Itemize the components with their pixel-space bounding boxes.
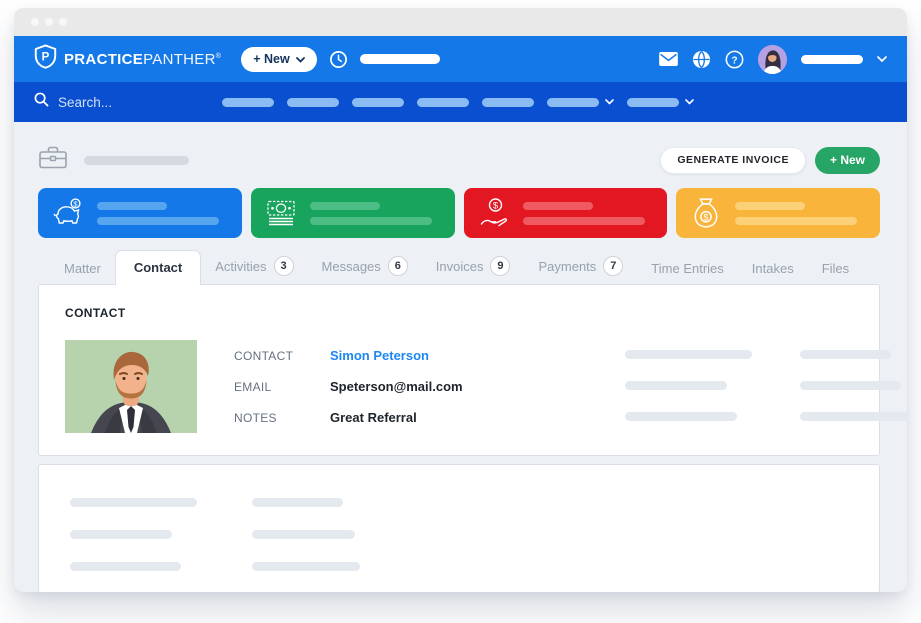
top-bar: P PRACTICEPANTHER® + New ? xyxy=(14,36,907,82)
tab-invoices[interactable]: Invoices 9 xyxy=(422,248,525,284)
stat-value-placeholder xyxy=(735,216,858,225)
nav-link-placeholder[interactable] xyxy=(287,97,339,107)
main-content: GENERATE INVOICE + New $ $ $ Matter Cont… xyxy=(14,122,907,592)
detail-placeholder-column xyxy=(252,498,360,592)
brand-logo[interactable]: P PRACTICEPANTHER® xyxy=(34,44,221,74)
matter-title-placeholder xyxy=(84,155,189,165)
brand-wordmark: PRACTICEPANTHER® xyxy=(64,50,222,68)
briefcase-icon xyxy=(38,144,68,176)
contact-panel: CONTACT CONTACT Simon Peterson EMAIL Spe… xyxy=(38,284,907,456)
account-chevron-down-icon[interactable] xyxy=(877,55,887,63)
tab-files[interactable]: Files xyxy=(808,253,863,284)
field-email: EMAIL Speterson@mail.com xyxy=(234,377,463,396)
hand-coin-icon: $ xyxy=(477,197,511,229)
search-placeholder-text: Search... xyxy=(58,94,113,110)
search-icon xyxy=(34,92,49,112)
tab-intakes[interactable]: Intakes xyxy=(738,253,808,284)
detail-placeholder-column xyxy=(70,498,197,592)
chevron-down-icon xyxy=(685,99,694,105)
window-control-dot[interactable] xyxy=(59,18,67,26)
page-header: GENERATE INVOICE + New xyxy=(38,142,880,178)
tab-badge: 9 xyxy=(490,256,511,276)
tab-time-entries[interactable]: Time Entries xyxy=(637,253,737,284)
stat-card-paid[interactable] xyxy=(250,188,455,238)
contact-notes-value: Great Referral xyxy=(330,410,417,425)
stat-label-placeholder xyxy=(309,201,380,210)
browser-chrome xyxy=(14,8,907,36)
username-placeholder xyxy=(801,54,863,64)
stat-label-placeholder xyxy=(735,201,806,210)
field-placeholder-column xyxy=(624,340,752,433)
field-contact: CONTACT Simon Peterson xyxy=(234,346,463,365)
stat-card-trust-balance[interactable]: $ xyxy=(38,188,242,238)
timer-placeholder xyxy=(359,54,440,64)
field-label: EMAIL xyxy=(234,379,272,394)
nav-links xyxy=(222,97,694,107)
tab-badge: 7 xyxy=(603,256,624,276)
stat-cards: $ $ $ xyxy=(38,188,880,238)
user-avatar[interactable] xyxy=(758,44,787,74)
tab-badge: 6 xyxy=(387,256,408,276)
search-input[interactable]: Search... xyxy=(34,92,184,112)
new-button-top[interactable]: + New xyxy=(241,46,317,72)
generate-invoice-button[interactable]: GENERATE INVOICE xyxy=(660,146,806,174)
new-button[interactable]: + New xyxy=(814,146,880,174)
nav-link-placeholder[interactable] xyxy=(417,97,469,107)
stat-card-collected[interactable]: $ xyxy=(676,188,880,238)
stat-card-outstanding[interactable]: $ xyxy=(463,188,668,238)
tab-messages[interactable]: Messages 6 xyxy=(308,248,422,284)
svg-text:$: $ xyxy=(492,201,498,212)
window-control-dot[interactable] xyxy=(45,18,53,26)
help-icon[interactable]: ? xyxy=(725,50,744,69)
globe-icon[interactable] xyxy=(692,50,711,69)
stat-label-placeholder xyxy=(97,201,167,210)
nav-link-placeholder[interactable] xyxy=(222,97,274,107)
tab-payments[interactable]: Payments 7 xyxy=(524,248,637,284)
tab-bar: Matter Contact Activities 3 Messages 6 Inv… xyxy=(38,248,880,285)
nav-link-placeholder[interactable] xyxy=(352,97,404,107)
messages-envelope-icon[interactable] xyxy=(659,52,678,66)
nav-bar: Search... xyxy=(14,82,907,122)
tab-activities[interactable]: Activities 3 xyxy=(201,248,307,284)
window-control-dot[interactable] xyxy=(31,18,39,26)
field-label: CONTACT xyxy=(234,348,294,363)
tab-badge: 3 xyxy=(273,256,294,276)
tab-contact[interactable]: Contact xyxy=(114,250,202,285)
section-title: CONTACT xyxy=(65,306,126,320)
stat-value-placeholder xyxy=(309,216,432,225)
panther-shield-icon: P xyxy=(34,44,57,74)
nav-dropdown-placeholder[interactable] xyxy=(547,97,614,107)
svg-text:?: ? xyxy=(731,55,737,66)
details-panel xyxy=(38,464,880,592)
contact-name-link[interactable]: Simon Peterson xyxy=(330,348,429,363)
timer-clock-icon[interactable] xyxy=(329,50,348,69)
contact-fields: CONTACT Simon Peterson EMAIL Speterson@m… xyxy=(234,340,463,433)
tab-matter[interactable]: Matter xyxy=(38,253,115,284)
contact-photo xyxy=(65,340,197,433)
banknote-icon xyxy=(264,199,298,227)
stat-value-placeholder xyxy=(522,216,645,225)
field-notes: NOTES Great Referral xyxy=(234,408,463,427)
contact-email-value: Speterson@mail.com xyxy=(330,379,463,394)
field-label: NOTES xyxy=(234,410,277,425)
stat-label-placeholder xyxy=(522,201,593,210)
field-placeholder-column xyxy=(799,340,907,433)
stat-value-placeholder xyxy=(97,216,219,225)
svg-text:$: $ xyxy=(704,212,709,222)
piggy-bank-icon: $ xyxy=(51,197,85,229)
chevron-down-icon xyxy=(295,52,305,66)
nav-link-placeholder[interactable] xyxy=(482,97,534,107)
svg-text:P: P xyxy=(42,51,50,63)
app-window: P PRACTICEPANTHER® + New ? Search... GEN… xyxy=(14,8,907,592)
money-bag-icon: $ xyxy=(689,197,723,229)
nav-dropdown-placeholder[interactable] xyxy=(627,97,694,107)
chevron-down-icon xyxy=(605,99,614,105)
